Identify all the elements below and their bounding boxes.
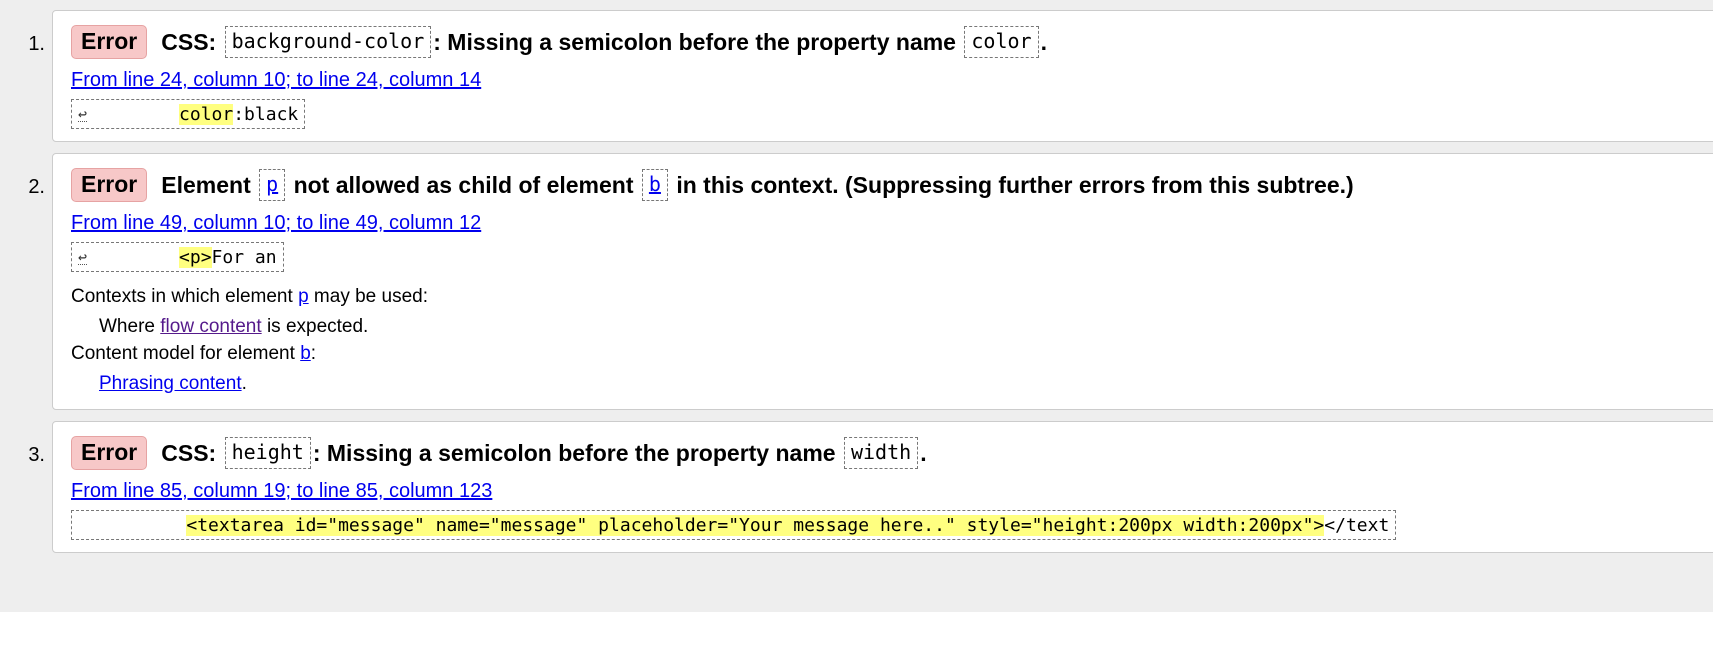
source-before [78, 515, 186, 536]
title-suffix: . [920, 439, 927, 466]
highlighted-source: color [179, 103, 234, 125]
code-property: height [224, 437, 311, 469]
source-extract: <textarea id="message" name="message" pl… [71, 510, 1397, 540]
phrasing-content-link[interactable]: Phrasing content [99, 373, 242, 394]
message-number: 3. [28, 444, 45, 466]
message-title: Error CSS: background-color : Missing a … [71, 25, 1047, 59]
title-prefix: CSS: [161, 439, 217, 466]
code-property: background-color [224, 26, 432, 58]
code-property: width [843, 437, 919, 469]
line-feed-icon: ↩ [78, 104, 88, 123]
contexts-item: Where flow content is expected. [99, 316, 369, 337]
code-property: color [964, 26, 1039, 58]
content-model-item: Phrasing content. [99, 373, 247, 394]
title-message: : Missing a semicolon before the propert… [433, 28, 956, 55]
source-location-link[interactable]: From line 49, column 10; to line 49, col… [71, 212, 481, 235]
title-suffix: in this context. (Suppressing further er… [676, 171, 1354, 198]
message-title: Error Element p not allowed as child of … [71, 168, 1354, 202]
error-badge: Error [71, 168, 148, 202]
element-link-p[interactable]: p [266, 172, 278, 196]
line-feed-icon: ↩ [78, 247, 88, 266]
message-title: Error CSS: height : Missing a semicolon … [71, 436, 927, 470]
error-message-2: 2. Error Element p not allowed as child … [28, 153, 1713, 410]
source-location-link[interactable]: From line 24, column 10; to line 24, col… [71, 69, 481, 92]
element-link-b[interactable]: b [300, 343, 311, 364]
message-number: 2. [28, 176, 45, 198]
error-message-1: 1. Error CSS: background-color : Missing… [28, 10, 1713, 142]
message-number: 1. [28, 33, 45, 55]
source-after: </text [1324, 514, 1390, 536]
source-extract: ↩ <p> For an [71, 242, 284, 272]
title-prefix: CSS: [161, 28, 217, 55]
content-model-heading: Content model for element b: [71, 343, 317, 364]
flow-content-link[interactable]: flow content [160, 316, 261, 337]
contexts-heading: Contexts in which element p may be used: [71, 286, 428, 307]
source-extract: ↩ color:black [71, 99, 306, 129]
element-link-b[interactable]: b [649, 172, 661, 196]
title-message: : Missing a semicolon before the propert… [312, 439, 836, 466]
title-message: not allowed as child of element [293, 171, 634, 198]
source-after: For an [211, 246, 277, 268]
source-after: :black [233, 103, 299, 125]
code-element: p [259, 169, 286, 201]
highlighted-source: <p> [179, 246, 212, 268]
title-prefix: Element [161, 171, 251, 198]
element-link-p[interactable]: p [298, 286, 309, 307]
error-message-3: 3. Error CSS: height : Missing a semicol… [28, 421, 1713, 553]
title-suffix: . [1040, 28, 1047, 55]
error-badge: Error [71, 25, 148, 59]
highlighted-source: <textarea id="message" name="message" pl… [186, 514, 1325, 536]
code-element: b [641, 169, 668, 201]
error-badge: Error [71, 436, 148, 470]
source-location-link[interactable]: From line 85, column 19; to line 85, col… [71, 480, 492, 503]
